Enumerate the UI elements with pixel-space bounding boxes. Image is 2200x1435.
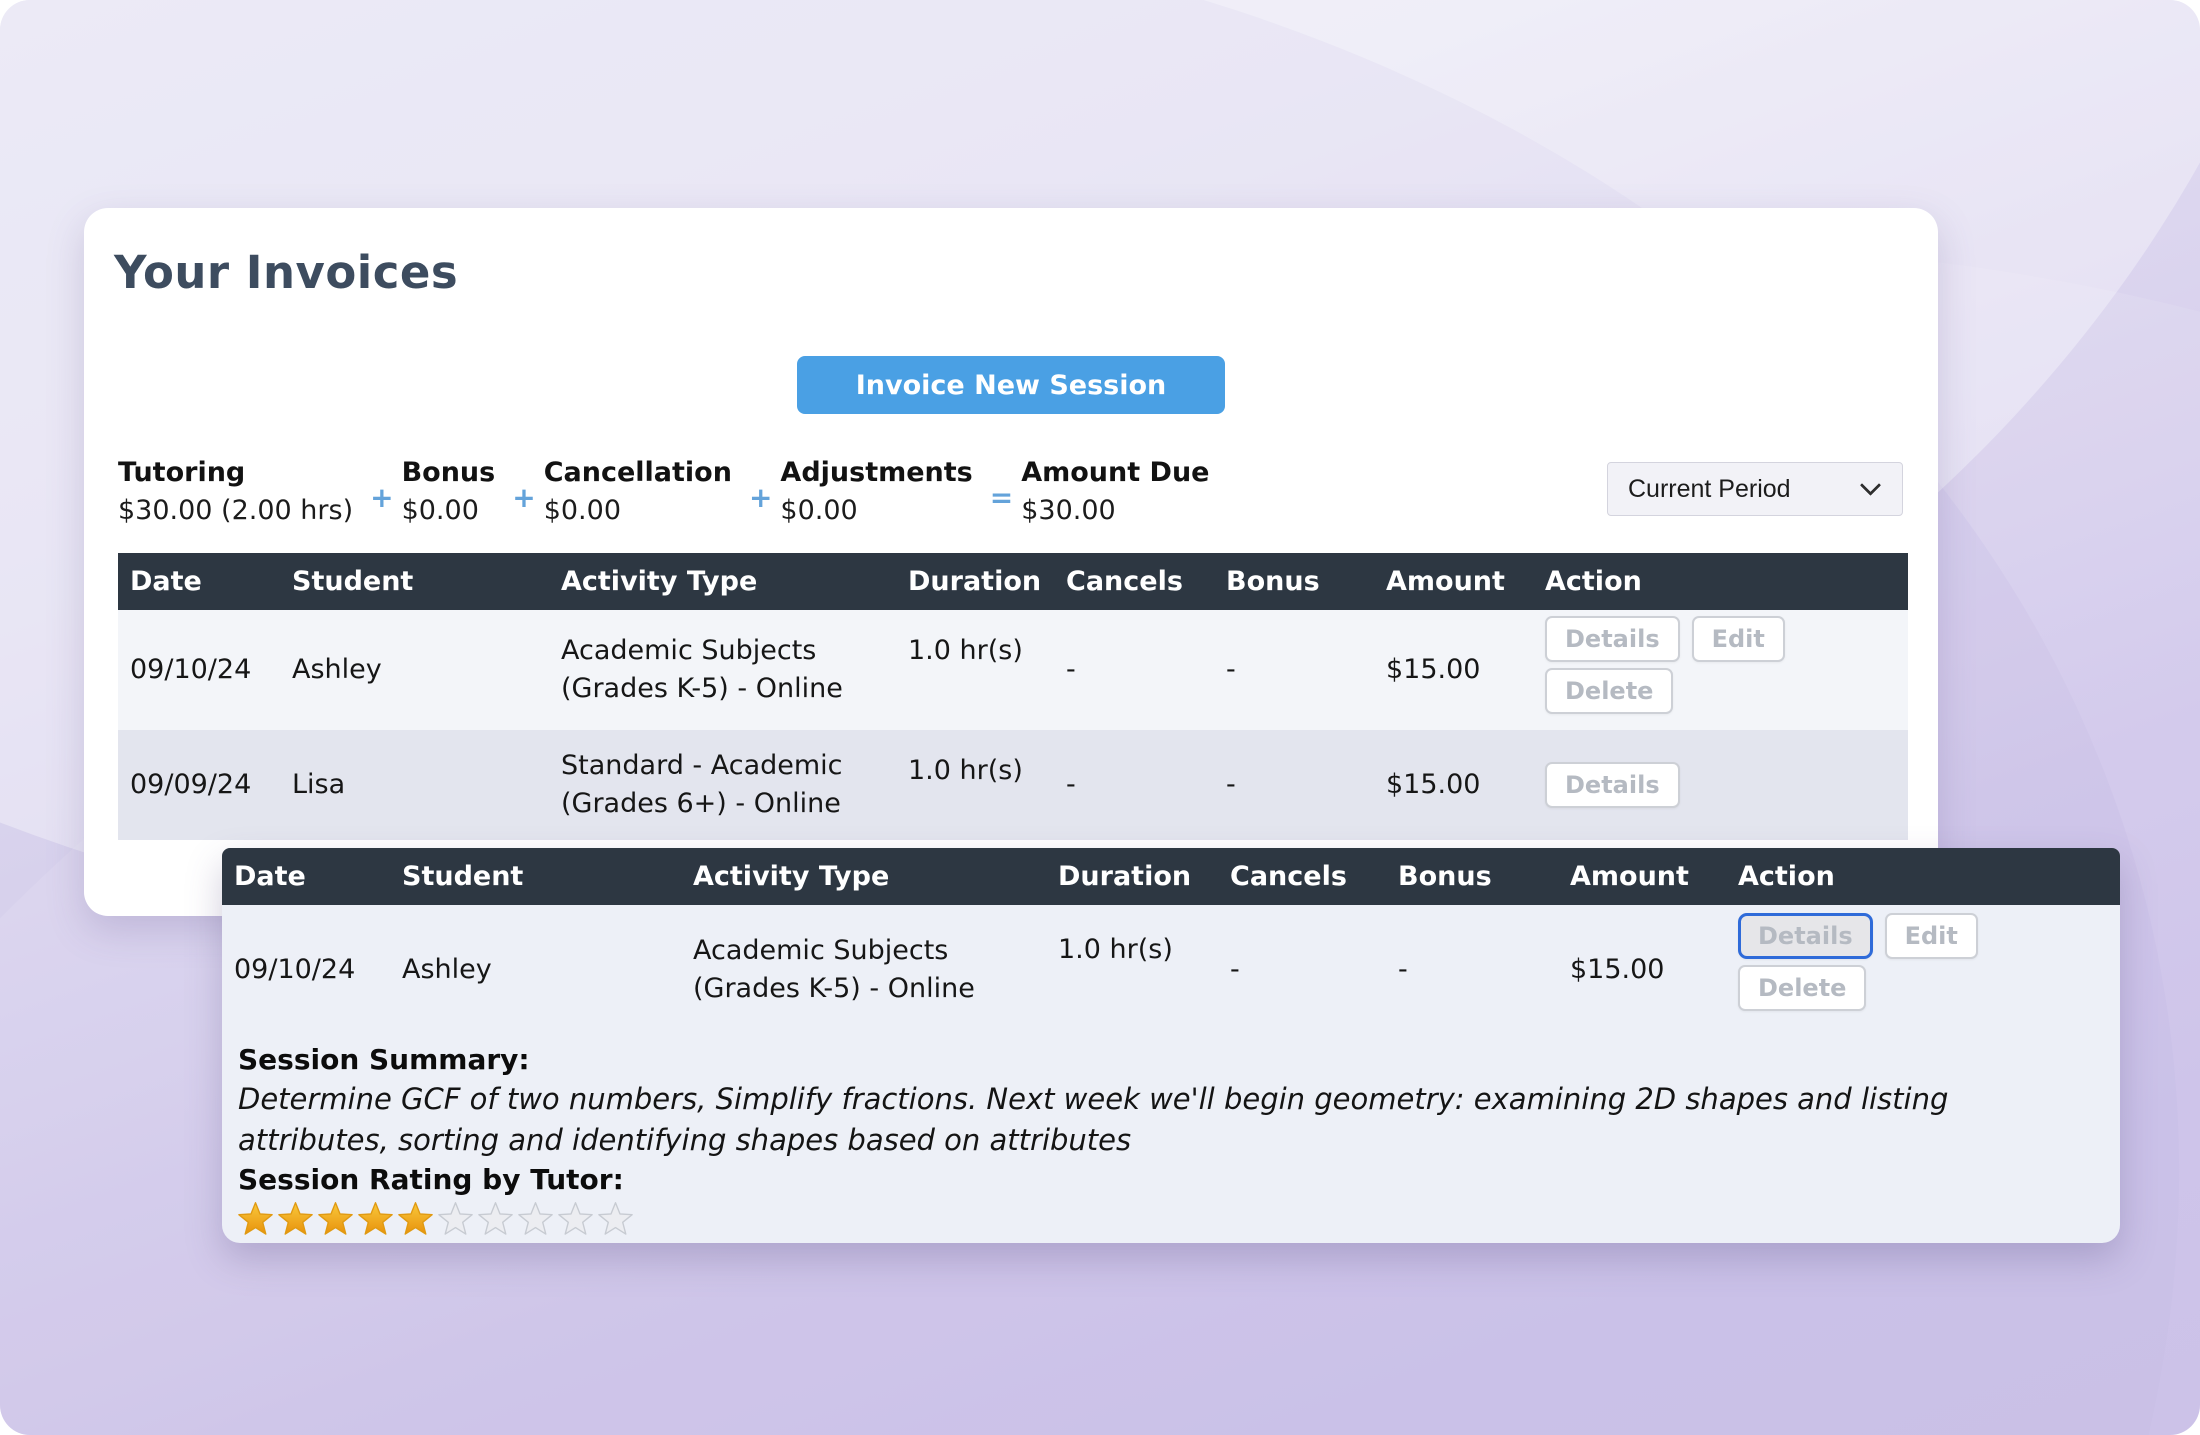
cell-bonus: - [1214,610,1374,730]
star-filled-icon [398,1202,433,1235]
cell-duration: 1.0 hr(s) [896,730,1054,840]
summary-value: $0.00 [544,491,732,531]
period-select-value: Current Period [1628,475,1791,504]
summary-value: $0.00 [402,491,496,531]
column-header-student: Student [280,553,549,610]
summary-value: $0.00 [780,491,972,531]
column-header-duration: Duration [1046,848,1218,905]
summary-bonus: Bonus $0.00 [402,455,496,531]
table-row: 09/10/24 Ashley Academic Subjects (Grade… [222,905,2120,1035]
chevron-down-icon [1860,474,1881,495]
cell-action: Details [1533,730,1908,840]
column-header-activity: Activity Type [681,848,1046,905]
column-header-amount: Amount [1374,553,1533,610]
details-button[interactable]: Details [1545,762,1680,808]
summary-label: Amount Due [1021,455,1209,491]
star-empty-icon [438,1202,473,1235]
table-row: 09/10/24 Ashley Academic Subjects (Grade… [118,610,1908,730]
invoice-table: Date Student Activity Type Duration Canc… [118,553,1908,840]
cell-date: 09/10/24 [222,905,390,1035]
plus-operator: + [512,481,535,514]
details-button-focused[interactable]: Details [1738,913,1873,959]
column-header-date: Date [118,553,280,610]
table-row: 09/09/24 Lisa Standard - Academic (Grade… [118,730,1908,840]
column-header-cancels: Cancels [1054,553,1214,610]
column-header-bonus: Bonus [1386,848,1558,905]
star-empty-icon [558,1202,593,1235]
cell-date: 09/09/24 [118,730,280,840]
cell-student: Ashley [390,905,681,1035]
cell-cancels: - [1054,610,1214,730]
cell-bonus: - [1214,730,1374,840]
session-rating-stars [238,1202,2104,1235]
app-background: Your Invoices Invoice New Session Tutori… [0,0,2200,1435]
delete-button[interactable]: Delete [1545,668,1673,714]
invoice-table-header: Date Student Activity Type Duration Canc… [118,553,1908,610]
cell-student: Lisa [280,730,549,840]
cell-student: Ashley [280,610,549,730]
cell-amount: $15.00 [1374,730,1533,840]
column-header-cancels: Cancels [1218,848,1386,905]
session-rating-label: Session Rating by Tutor: [238,1161,2104,1199]
summary-value: $30.00 (2.00 hrs) [118,491,353,531]
plus-operator: + [749,481,772,514]
star-filled-icon [318,1202,353,1235]
summary-cancellation: Cancellation $0.00 [544,455,732,531]
session-summary-block: Session Summary: Determine GCF of two nu… [222,1035,2120,1235]
summary-label: Tutoring [118,455,353,491]
column-header-student: Student [390,848,681,905]
summary-label: Bonus [402,455,496,491]
star-filled-icon [238,1202,273,1235]
cell-duration: 1.0 hr(s) [1046,905,1218,1035]
page-title: Your Invoices [114,246,458,299]
column-header-bonus: Bonus [1214,553,1374,610]
cell-amount: $15.00 [1374,610,1533,730]
invoices-card: Your Invoices Invoice New Session Tutori… [84,208,1938,916]
summary-label: Adjustments [780,455,972,491]
column-header-action: Action [1533,553,1908,610]
column-header-activity: Activity Type [549,553,896,610]
cell-activity: Standard - Academic (Grades 6+) - Online [549,730,896,840]
session-summary-text: Determine GCF of two numbers, Simplify f… [238,1079,2088,1161]
equals-operator: = [990,481,1013,514]
period-select[interactable]: Current Period [1607,462,1903,516]
column-header-action: Action [1726,848,2120,905]
session-detail-panel: Date Student Activity Type Duration Canc… [222,848,2120,1243]
cell-activity: Academic Subjects (Grades K-5) - Online [549,610,896,730]
invoice-summary: Tutoring $30.00 (2.00 hrs) + Bonus $0.00… [118,455,1210,531]
delete-button[interactable]: Delete [1738,965,1866,1011]
edit-button[interactable]: Edit [1885,913,1978,959]
summary-adjustments: Adjustments $0.00 [780,455,972,531]
session-summary-label: Session Summary: [238,1041,2104,1079]
column-header-date: Date [222,848,390,905]
cell-cancels: - [1218,905,1386,1035]
cell-action: Details Edit Delete [1726,905,2120,1035]
star-empty-icon [598,1202,633,1235]
cell-date: 09/10/24 [118,610,280,730]
plus-operator: + [370,481,393,514]
star-empty-icon [518,1202,553,1235]
star-filled-icon [358,1202,393,1235]
detail-table-header: Date Student Activity Type Duration Canc… [222,848,2120,905]
cell-duration: 1.0 hr(s) [896,610,1054,730]
summary-value: $30.00 [1021,491,1209,531]
column-header-amount: Amount [1558,848,1726,905]
invoice-new-session-button[interactable]: Invoice New Session [797,356,1225,414]
star-filled-icon [278,1202,313,1235]
edit-button[interactable]: Edit [1692,616,1785,662]
summary-label: Cancellation [544,455,732,491]
star-empty-icon [478,1202,513,1235]
cell-cancels: - [1054,730,1214,840]
summary-tutoring: Tutoring $30.00 (2.00 hrs) [118,455,353,531]
details-button[interactable]: Details [1545,616,1680,662]
cell-amount: $15.00 [1558,905,1726,1035]
cell-action: Details Edit Delete [1533,610,1908,730]
summary-amount-due: Amount Due $30.00 [1021,455,1209,531]
column-header-duration: Duration [896,553,1054,610]
cell-activity: Academic Subjects (Grades K-5) - Online [681,905,1046,1035]
cell-bonus: - [1386,905,1558,1035]
